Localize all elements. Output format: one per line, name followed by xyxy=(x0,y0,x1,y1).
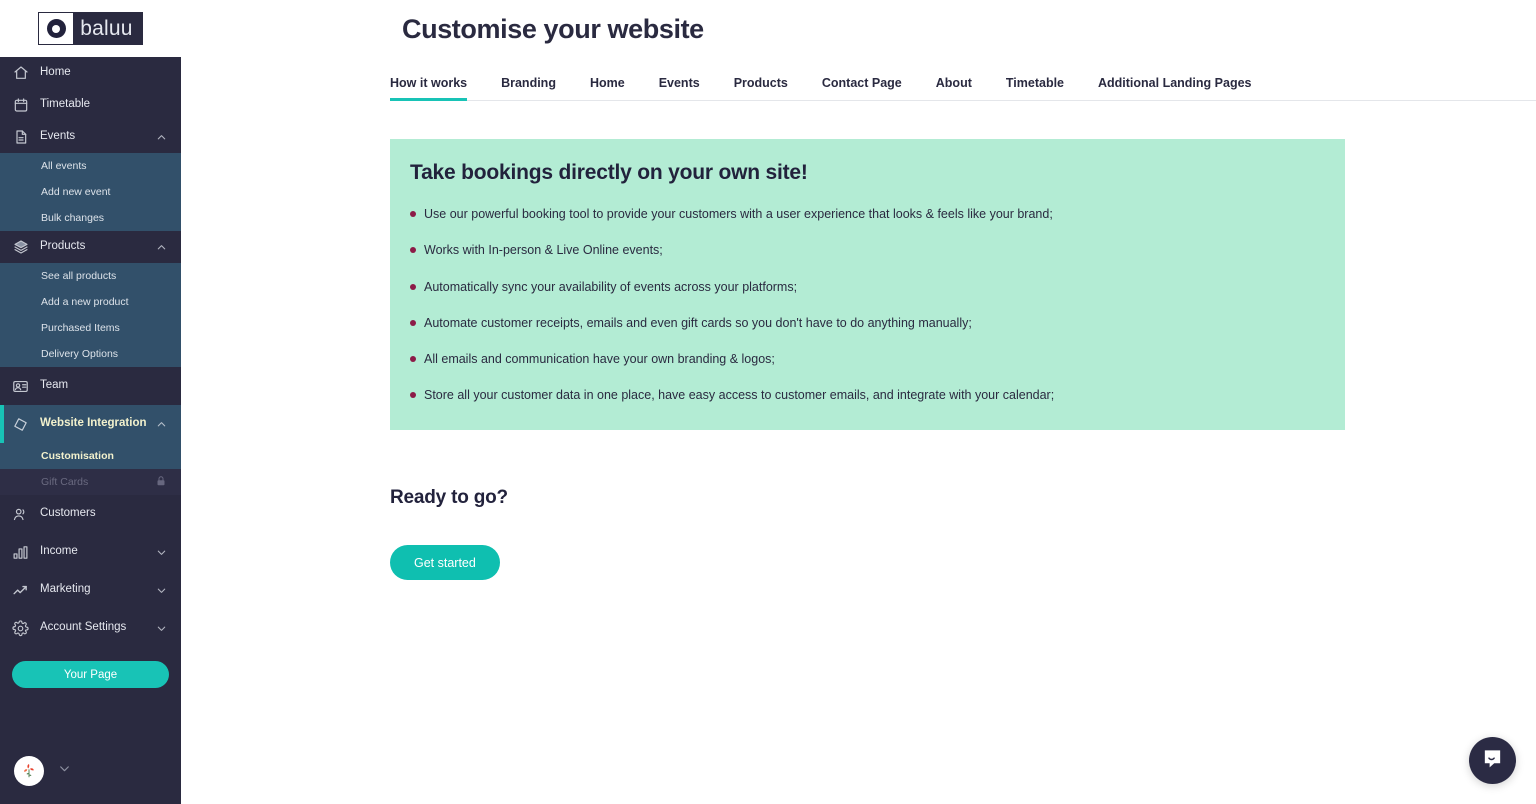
sidebar-item-label: Events xyxy=(40,130,76,143)
chat-bubble-icon xyxy=(1481,747,1504,775)
sub-item-label: Bulk changes xyxy=(41,212,105,224)
home-icon xyxy=(11,64,30,83)
feature-list: Use our powerful booking tool to provide… xyxy=(410,206,1319,404)
tab-bar: How it works Branding Home Events Produc… xyxy=(390,65,1536,101)
main-content: Customise your website How it works Bran… xyxy=(181,0,1536,804)
tab-additional-landing-pages[interactable]: Additional Landing Pages xyxy=(1098,76,1251,100)
sidebar-item-label: Marketing xyxy=(40,583,91,596)
tab-contact-page[interactable]: Contact Page xyxy=(822,76,902,100)
sidebar-item-home[interactable]: Home xyxy=(0,57,181,89)
chevron-up-icon[interactable] xyxy=(156,242,167,253)
bar-chart-icon xyxy=(11,543,30,562)
list-item: All emails and communication have your o… xyxy=(410,351,1319,367)
baluu-mark-icon xyxy=(39,13,74,44)
get-started-button[interactable]: Get started xyxy=(390,545,500,580)
tab-how-it-works[interactable]: How it works xyxy=(390,76,468,101)
sidebar-item-website-integration[interactable]: Website Integration xyxy=(0,405,181,443)
sub-item-label: Delivery Options xyxy=(41,348,119,360)
products-submenu: See all products Add a new product Purch… xyxy=(0,263,181,367)
sidebar-item-label: Account Settings xyxy=(40,621,127,634)
chevron-down-icon[interactable] xyxy=(156,623,167,634)
sub-item-label: Gift Cards xyxy=(41,476,89,488)
sidebar-item-label: Customers xyxy=(40,507,96,520)
chevron-up-icon[interactable] xyxy=(156,132,167,143)
chevron-down-icon[interactable] xyxy=(156,585,167,596)
list-item: Automatically sync your availability of … xyxy=(410,279,1319,295)
tab-branding[interactable]: Branding xyxy=(501,76,556,100)
sidebar-item-timetable[interactable]: Timetable xyxy=(0,89,181,121)
sidebar-item-team[interactable]: Team xyxy=(0,367,181,405)
sidebar-item-income[interactable]: Income xyxy=(0,533,181,571)
sidebar-subitem-customisation[interactable]: Customisation xyxy=(0,443,181,469)
sidebar-item-marketing[interactable]: Marketing xyxy=(0,571,181,609)
sidebar: baluu Home Timetable Events All events A… xyxy=(0,0,181,804)
tab-timetable[interactable]: Timetable xyxy=(1006,76,1064,100)
calendar-icon xyxy=(11,96,30,115)
sidebar-nav: Home Timetable Events All events Add new… xyxy=(0,57,181,756)
sidebar-subitem-add-new-event[interactable]: Add new event xyxy=(0,179,181,205)
sub-item-label: Customisation xyxy=(41,450,114,462)
tab-home[interactable]: Home xyxy=(590,76,625,100)
info-panel: Take bookings directly on your own site!… xyxy=(390,139,1345,430)
logo-text: baluu xyxy=(73,13,142,44)
sidebar-item-label: Products xyxy=(40,240,86,253)
app-root: baluu Home Timetable Events All events A… xyxy=(0,0,1536,804)
sidebar-subitem-delivery-options[interactable]: Delivery Options xyxy=(0,341,181,367)
sidebar-item-customers[interactable]: Customers xyxy=(0,495,181,533)
chevron-up-icon[interactable] xyxy=(156,419,167,430)
sidebar-footer xyxy=(0,756,181,804)
sidebar-subitem-see-all-products[interactable]: See all products xyxy=(0,263,181,289)
ready-heading: Ready to go? xyxy=(390,487,508,508)
sidebar-item-label: Website Integration xyxy=(40,417,147,430)
sidebar-subitem-all-events[interactable]: All events xyxy=(0,153,181,179)
intercom-launcher-button[interactable] xyxy=(1469,737,1516,784)
tag-icon xyxy=(11,415,30,434)
sidebar-subitem-add-a-new-product[interactable]: Add a new product xyxy=(0,289,181,315)
sub-item-label: Add a new product xyxy=(41,296,129,308)
document-icon xyxy=(11,128,30,147)
list-item: Automate customer receipts, emails and e… xyxy=(410,315,1319,331)
sub-item-label: Add new event xyxy=(41,186,111,198)
sidebar-subitem-purchased-items[interactable]: Purchased Items xyxy=(0,315,181,341)
panel-heading: Take bookings directly on your own site! xyxy=(410,161,808,184)
sidebar-item-label: Team xyxy=(40,379,69,392)
sidebar-item-account-settings[interactable]: Account Settings xyxy=(0,609,181,647)
sidebar-item-label: Home xyxy=(40,66,71,79)
events-submenu: All events Add new event Bulk changes xyxy=(0,153,181,231)
list-item: Store all your customer data in one plac… xyxy=(410,387,1319,403)
sidebar-item-label: Income xyxy=(40,545,78,558)
website-integration-submenu: Customisation Gift Cards xyxy=(0,443,181,495)
sidebar-subitem-bulk-changes[interactable]: Bulk changes xyxy=(0,205,181,231)
tab-products[interactable]: Products xyxy=(734,76,788,100)
chevron-down-icon[interactable] xyxy=(156,547,167,558)
sidebar-item-events[interactable]: Events xyxy=(0,121,181,153)
sidebar-item-label: Timetable xyxy=(40,98,91,111)
your-page-button[interactable]: Your Page xyxy=(12,661,169,688)
sub-item-label: All events xyxy=(41,160,87,172)
flower-logo-icon xyxy=(24,764,34,778)
sub-item-label: See all products xyxy=(41,270,117,282)
tab-events[interactable]: Events xyxy=(659,76,700,100)
trend-up-icon xyxy=(11,581,30,600)
logo[interactable]: baluu xyxy=(0,0,181,57)
chevron-down-icon[interactable] xyxy=(58,762,71,780)
gear-icon xyxy=(11,619,30,638)
sub-item-label: Purchased Items xyxy=(41,322,120,334)
customers-icon xyxy=(11,505,30,524)
sidebar-subitem-gift-cards[interactable]: Gift Cards xyxy=(0,469,181,495)
page-title: Customise your website xyxy=(402,14,704,44)
tab-about[interactable]: About xyxy=(936,76,972,100)
layers-icon xyxy=(11,238,30,257)
avatar[interactable] xyxy=(14,756,44,786)
team-icon xyxy=(11,377,30,396)
lock-icon xyxy=(155,475,167,490)
sidebar-item-products[interactable]: Products xyxy=(0,231,181,263)
list-item: Works with In-person & Live Online event… xyxy=(410,242,1319,258)
list-item: Use our powerful booking tool to provide… xyxy=(410,206,1319,222)
